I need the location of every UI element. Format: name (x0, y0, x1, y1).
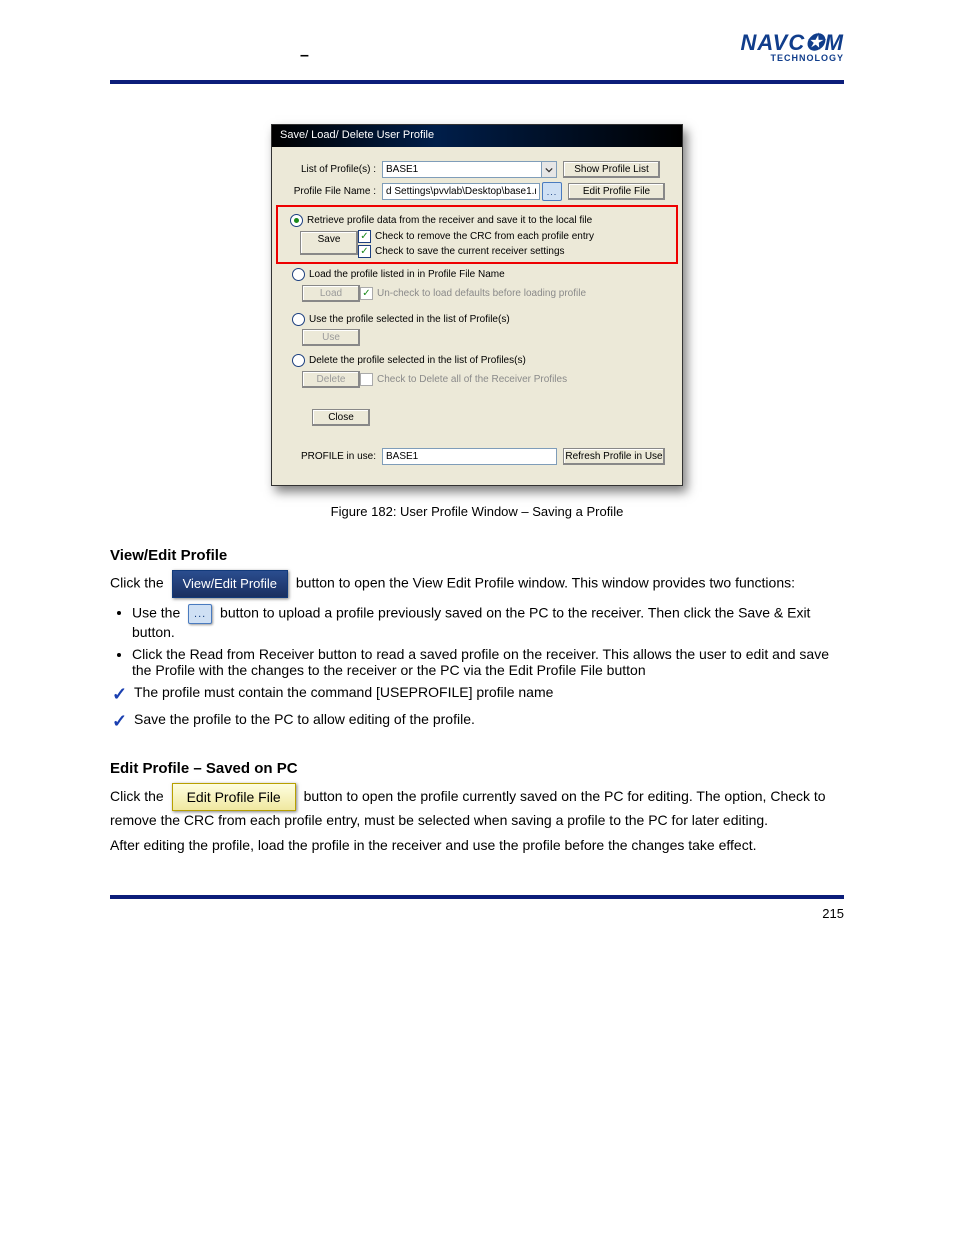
retrieve-radio[interactable] (290, 214, 303, 227)
page-number: 215 (110, 906, 844, 921)
edit-para-a: Click the (110, 788, 168, 804)
bottom-divider (110, 895, 844, 899)
remove-crc-label: Check to remove the CRC from each profil… (375, 231, 594, 242)
view-edit-paragraph: Click the View/Edit Profile button to op… (110, 570, 844, 598)
use-radio-label: Use the profile selected in the list of … (309, 314, 510, 325)
tick-note-1: The profile must contain the command [US… (134, 684, 844, 700)
top-divider (110, 80, 844, 84)
save-current-settings-checkbox[interactable] (358, 245, 371, 258)
header-sep: – (300, 47, 309, 65)
bullet1-text-a: Use the (132, 604, 184, 620)
delete-button[interactable]: Delete (302, 371, 360, 388)
edit-profile-file-button[interactable]: Edit Profile File (568, 183, 665, 200)
use-radio[interactable] (292, 313, 305, 326)
list-item: Click the Read from Receiver button to r… (132, 646, 844, 678)
brand-line1: NAVC✪M (741, 32, 844, 54)
checkmark-icon: ✓ (112, 684, 134, 705)
edit-profile-paragraph-1: Click the Edit Profile File button to op… (110, 783, 844, 831)
profile-in-use-label: PROFILE in use: (284, 451, 382, 462)
view-edit-profile-heading: View/Edit Profile (110, 547, 844, 564)
list-of-profiles-label: List of Profile(s) : (284, 164, 382, 175)
profile-file-name-input[interactable] (382, 183, 540, 200)
profile-file-name-label: Profile File Name : (284, 186, 382, 197)
dialog-title: Save/ Load/ Delete User Profile (272, 125, 682, 147)
checkmark-icon: ✓ (112, 711, 134, 732)
load-radio-label: Load the profile listed in in Profile Fi… (309, 269, 505, 280)
figure-number: Figure 182: (331, 504, 400, 519)
brand-logo: NAVC✪M TECHNOLOGY (741, 32, 844, 63)
retrieve-radio-label: Retrieve profile data from the receiver … (307, 215, 592, 226)
browse-inline-icon: ... (188, 604, 212, 624)
view-edit-profile-inline-button: View/Edit Profile (172, 570, 288, 598)
delete-radio-label: Delete the profile selected in the list … (309, 355, 526, 366)
user-profile-dialog: Save/ Load/ Delete User Profile List of … (271, 124, 683, 486)
use-button[interactable]: Use (302, 329, 360, 346)
edit-profile-file-inline-button: Edit Profile File (172, 783, 296, 812)
profile-in-use-field (382, 448, 557, 465)
delete-all-checkbox[interactable] (360, 373, 373, 386)
show-profile-list-button[interactable]: Show Profile List (563, 161, 660, 178)
close-button[interactable]: Close (312, 409, 370, 426)
bullet1-text-b: button to upload a profile previously sa… (132, 604, 810, 639)
load-radio[interactable] (292, 268, 305, 281)
list-of-profiles-combo[interactable] (382, 161, 542, 178)
load-button[interactable]: Load (302, 285, 360, 302)
browse-button[interactable]: ... (542, 182, 562, 201)
list-item: Use the ... button to upload a profile p… (132, 604, 844, 640)
figure-text: User Profile Window – Saving a Profile (400, 504, 623, 519)
chevron-down-icon (545, 166, 553, 174)
edit-profile-paragraph-2: After editing the profile, load the prof… (110, 836, 844, 855)
save-button[interactable]: Save (300, 231, 358, 255)
uncheck-defaults-checkbox[interactable] (360, 287, 373, 300)
save-current-settings-label: Check to save the current receiver setti… (375, 246, 565, 257)
bullet2-text: Click the Read from Receiver button to r… (132, 646, 829, 678)
delete-all-label: Check to Delete all of the Receiver Prof… (377, 374, 567, 385)
remove-crc-checkbox[interactable] (358, 230, 371, 243)
figure-caption: Figure 182: User Profile Window – Saving… (110, 504, 844, 519)
delete-radio[interactable] (292, 354, 305, 367)
highlighted-section: Retrieve profile data from the receiver … (276, 205, 678, 264)
combo-dropdown-button[interactable] (542, 161, 557, 178)
edit-profile-heading: Edit Profile – Saved on PC (110, 760, 844, 777)
brand-line2: TECHNOLOGY (741, 54, 844, 63)
refresh-profile-button[interactable]: Refresh Profile in Use (563, 448, 665, 465)
uncheck-defaults-label: Un-check to load defaults before loading… (377, 288, 586, 299)
tick-note-2: Save the profile to the PC to allow edit… (134, 711, 844, 727)
